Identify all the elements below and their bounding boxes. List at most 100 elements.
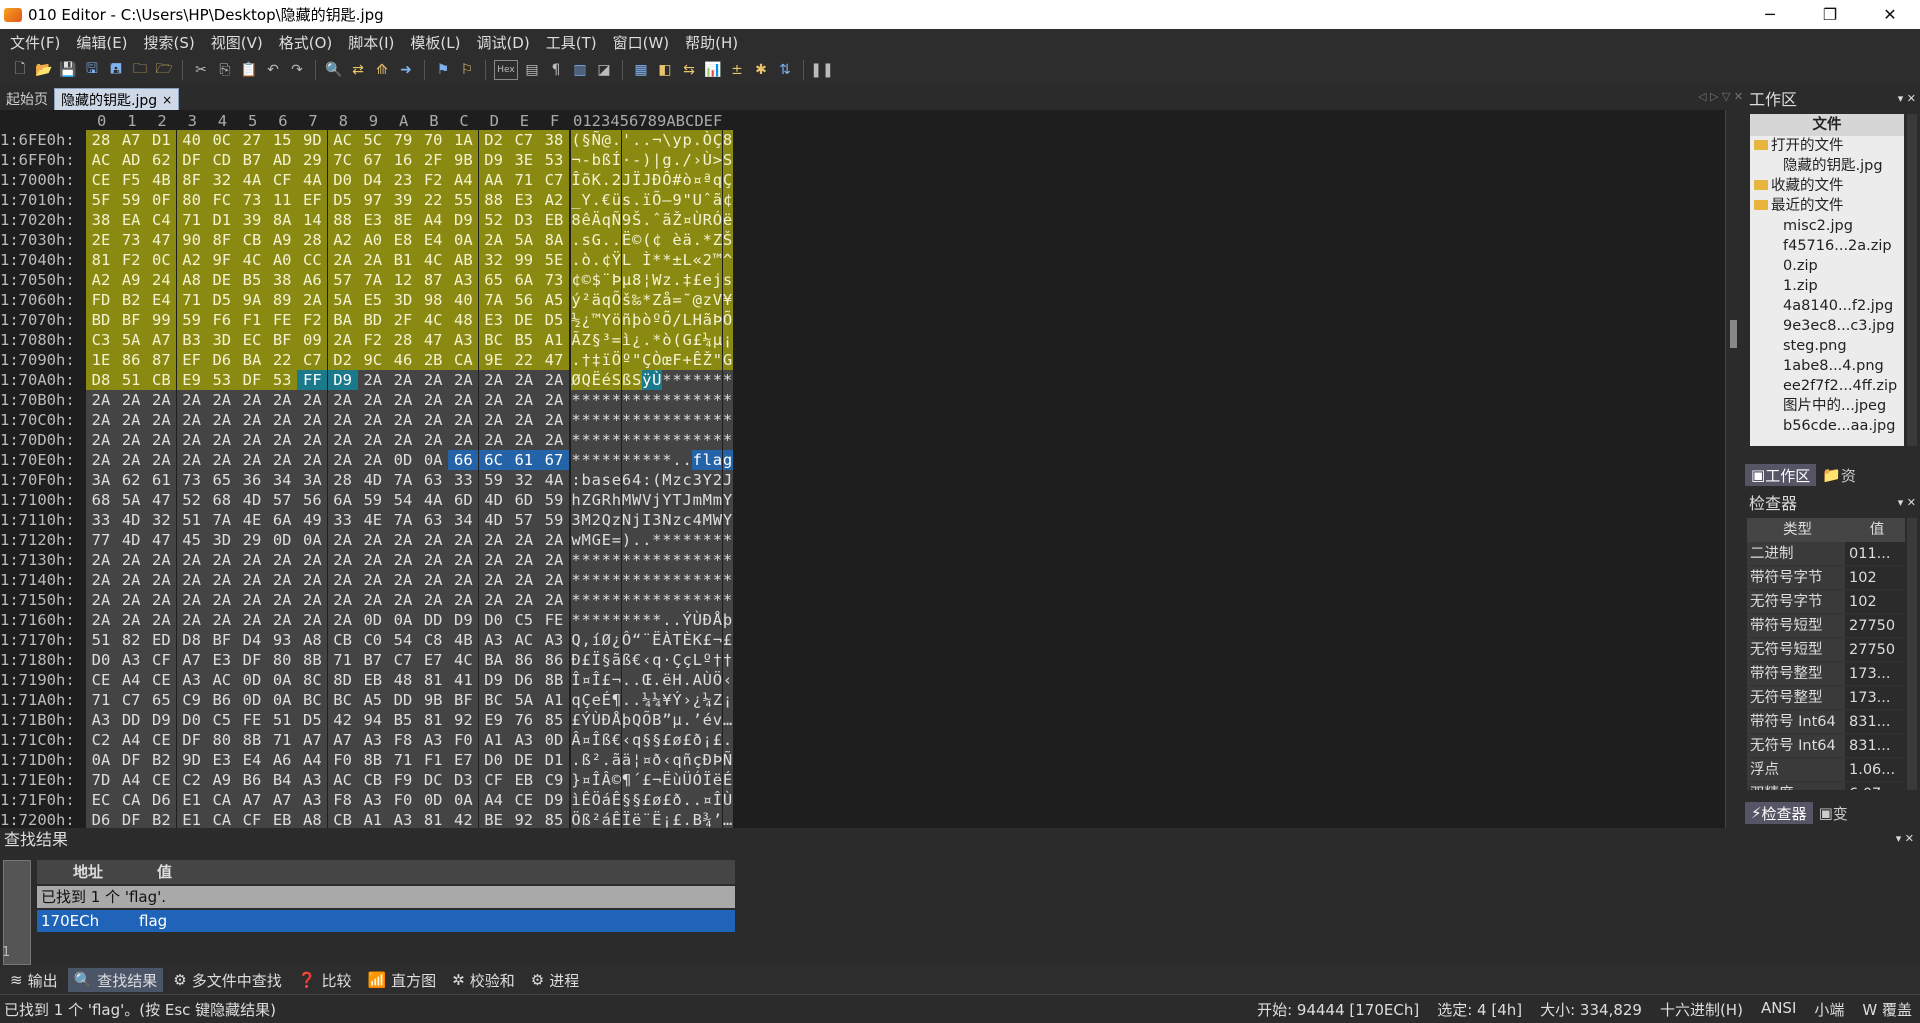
- ascii-char[interactable]: ¡: [722, 330, 733, 350]
- hex-byte[interactable]: CE: [146, 730, 177, 750]
- hex-byte[interactable]: A1: [539, 690, 569, 710]
- ascii-char[interactable]: *: [661, 530, 672, 550]
- hex-byte[interactable]: EC: [237, 330, 267, 350]
- ascii-char[interactable]: *: [641, 390, 652, 410]
- hex-byte[interactable]: 90: [176, 230, 207, 250]
- hex-byte[interactable]: FE: [237, 710, 267, 730]
- hex-byte[interactable]: A1: [357, 810, 388, 830]
- hex-byte[interactable]: CA: [116, 790, 147, 810]
- hex-byte[interactable]: D6: [146, 790, 177, 810]
- hex-byte[interactable]: 2A: [448, 570, 479, 590]
- ascii-char[interactable]: *: [672, 410, 683, 430]
- hex-row[interactable]: 68 5A 47 52 68 4D 57 56 6A 59 54 4A 6D 4D 6D 59: [86, 490, 569, 510]
- ascii-char[interactable]: ¿: [692, 690, 703, 710]
- hex-byte[interactable]: 4C: [418, 250, 449, 270]
- ascii-char[interactable]: ©: [581, 270, 592, 290]
- ascii-row[interactable]: * * * * * * * * * *.. f l a g: [571, 450, 734, 470]
- hex-byte[interactable]: 2A: [327, 530, 358, 550]
- ascii-char[interactable]: Ë: [661, 770, 672, 790]
- ascii-char[interactable]: µ: [712, 330, 723, 350]
- tab-inspector[interactable]: ⚡ 检查器: [1745, 802, 1813, 824]
- hex-byte[interactable]: 65: [146, 690, 177, 710]
- ascii-char[interactable]: *: [702, 550, 713, 570]
- ascii-char[interactable]: á: [601, 810, 612, 830]
- ascii-char[interactable]: Ü: [682, 770, 693, 790]
- hex-byte[interactable]: 2A: [237, 570, 267, 590]
- hex-byte[interactable]: CB: [327, 630, 358, 650]
- find-in-files-icon[interactable]: ⟰: [372, 60, 392, 80]
- hex-byte[interactable]: 5A: [508, 690, 539, 710]
- ascii-char[interactable]: W: [631, 490, 642, 510]
- hex-byte[interactable]: D6: [86, 810, 116, 830]
- ascii-char[interactable]: .: [621, 690, 632, 710]
- ascii-char[interactable]: *: [631, 390, 642, 410]
- hex-byte[interactable]: A3: [508, 730, 539, 750]
- hex-byte[interactable]: 2A: [297, 550, 328, 570]
- hex-byte[interactable]: D3: [508, 210, 539, 230]
- hex-byte[interactable]: 2A: [327, 450, 358, 470]
- ascii-char[interactable]: *: [692, 590, 703, 610]
- hex-byte[interactable]: 2A: [448, 390, 479, 410]
- hex-byte[interactable]: 82: [116, 630, 147, 650]
- ascii-char[interactable]: ‹: [621, 730, 632, 750]
- hex-byte[interactable]: D5: [297, 710, 328, 730]
- ascii-char[interactable]: V: [712, 290, 723, 310]
- ascii-char[interactable]: Þ: [712, 310, 723, 330]
- hex-byte[interactable]: AD: [116, 150, 147, 170]
- ascii-char[interactable]: ^: [722, 250, 733, 270]
- ascii-char[interactable]: ò: [682, 170, 693, 190]
- highlight-icon[interactable]: ◪: [594, 60, 614, 80]
- ascii-char[interactable]: Ø: [601, 630, 612, 650]
- ascii-char[interactable]: ¤: [641, 750, 652, 770]
- hex-byte[interactable]: A4: [448, 170, 479, 190]
- hex-byte[interactable]: 1A: [448, 130, 479, 150]
- ascii-char[interactable]: *: [651, 410, 662, 430]
- hex-byte[interactable]: 32: [146, 510, 177, 530]
- hex-byte[interactable]: 0C: [206, 130, 237, 150]
- hex-byte[interactable]: 89: [267, 290, 298, 310]
- hex-byte[interactable]: FE: [267, 310, 298, 330]
- ascii-char[interactable]: ß: [601, 150, 612, 170]
- hex-byte[interactable]: 2A: [237, 430, 267, 450]
- ascii-char[interactable]: Q: [631, 710, 642, 730]
- hex-byte[interactable]: FF: [297, 370, 328, 390]
- ascii-char[interactable]: B: [692, 810, 703, 830]
- ascii-char[interactable]: º: [702, 650, 713, 670]
- ascii-char[interactable]: ñ: [621, 310, 632, 330]
- ascii-char[interactable]: L: [621, 250, 632, 270]
- hex-byte[interactable]: 57: [508, 510, 539, 530]
- inspector-row[interactable]: 无符号字节 102: [1747, 590, 1905, 614]
- ascii-char[interactable]: *: [661, 370, 672, 390]
- ascii-char[interactable]: ì: [571, 790, 582, 810]
- ascii-char[interactable]: *: [651, 250, 662, 270]
- ascii-char[interactable]: *: [722, 550, 733, 570]
- hex-byte[interactable]: 5E: [539, 250, 569, 270]
- ascii-char[interactable]: þ: [722, 610, 733, 630]
- hex-byte[interactable]: 2A: [116, 590, 147, 610]
- hex-byte[interactable]: A8: [297, 630, 328, 650]
- ascii-column[interactable]: (§ Ñ @. '.. ¬ \ y p. Ò Ç 8 ¬ - b ß Í · -) | g. / › Ù > S Îõ K. 2 J Ï J…: [571, 130, 734, 830]
- ascii-char[interactable]: *: [722, 530, 733, 550]
- ascii-char[interactable]: -: [631, 150, 642, 170]
- hex-byte[interactable]: D3: [448, 770, 479, 790]
- ascii-char[interactable]: A: [692, 670, 703, 690]
- ascii-char[interactable]: *: [692, 370, 703, 390]
- hex-byte[interactable]: 2A: [116, 610, 147, 630]
- ascii-char[interactable]: §: [591, 330, 602, 350]
- ascii-char[interactable]: º: [621, 350, 632, 370]
- inspector-table[interactable]: 类型 值 二进制 011... 带符号字节 102 无符号字节 102 带符号短型 27…: [1747, 518, 1905, 790]
- ascii-char[interactable]: ¨: [641, 630, 652, 650]
- hex-bytes-column[interactable]: 28 A7 D1 40 0C 27 15 9D AC 5C 79 70 1A D2 C7 38 AC AD 62 DF…: [86, 130, 569, 830]
- ascii-char[interactable]: [661, 230, 672, 250]
- ascii-char[interactable]: ©: [631, 230, 642, 250]
- ascii-row[interactable]: ì Ê Öá Ê § § £ ø £ ð.. ¤ Î Ù: [571, 790, 734, 810]
- convert-icon[interactable]: ⇅: [775, 60, 795, 80]
- hex-byte[interactable]: D0: [86, 650, 116, 670]
- ascii-char[interactable]: ': [621, 130, 632, 150]
- ascii-char[interactable]: 3: [692, 470, 703, 490]
- ascii-char[interactable]: Ì: [641, 250, 652, 270]
- ascii-char[interactable]: …: [722, 810, 733, 830]
- ascii-char[interactable]: £: [641, 770, 652, 790]
- ascii-char[interactable]: À: [661, 630, 672, 650]
- ascii-char[interactable]: 9: [621, 210, 632, 230]
